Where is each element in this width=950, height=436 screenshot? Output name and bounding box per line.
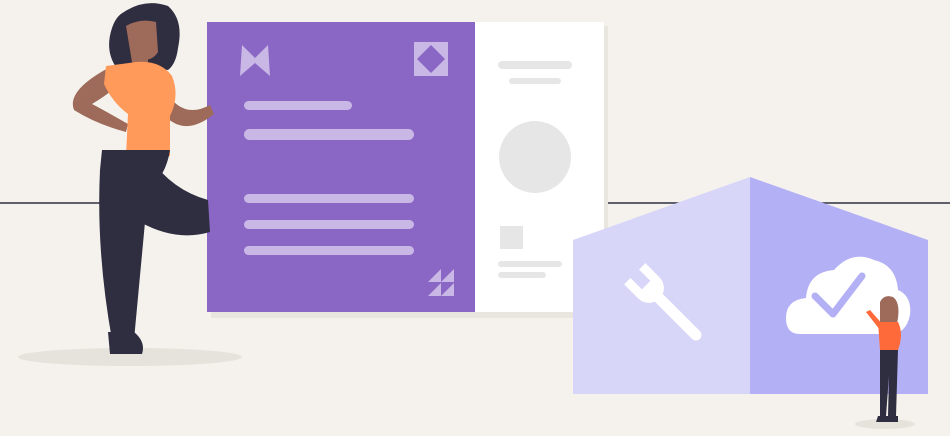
pants-small — [880, 350, 898, 416]
square-placeholder — [500, 226, 523, 249]
text-line — [244, 129, 414, 140]
avatar-placeholder — [499, 121, 571, 193]
text-line — [244, 246, 414, 255]
placeholder-line — [498, 61, 572, 69]
shoes-small — [876, 416, 898, 422]
text-line — [244, 101, 352, 110]
shirt — [104, 61, 176, 158]
placeholder-line — [509, 78, 561, 84]
shoe — [108, 332, 143, 354]
placeholder-line — [498, 261, 562, 267]
document-card — [207, 22, 608, 318]
tools-box — [573, 177, 928, 394]
onboarding-illustration — [0, 3, 950, 429]
text-line — [244, 220, 414, 229]
woman-large-figure — [72, 3, 214, 354]
placeholder-line — [498, 272, 546, 278]
shirt-small — [878, 322, 901, 350]
leg-bent — [140, 158, 210, 236]
text-line — [244, 194, 414, 203]
diamond-frame-icon — [414, 42, 448, 76]
